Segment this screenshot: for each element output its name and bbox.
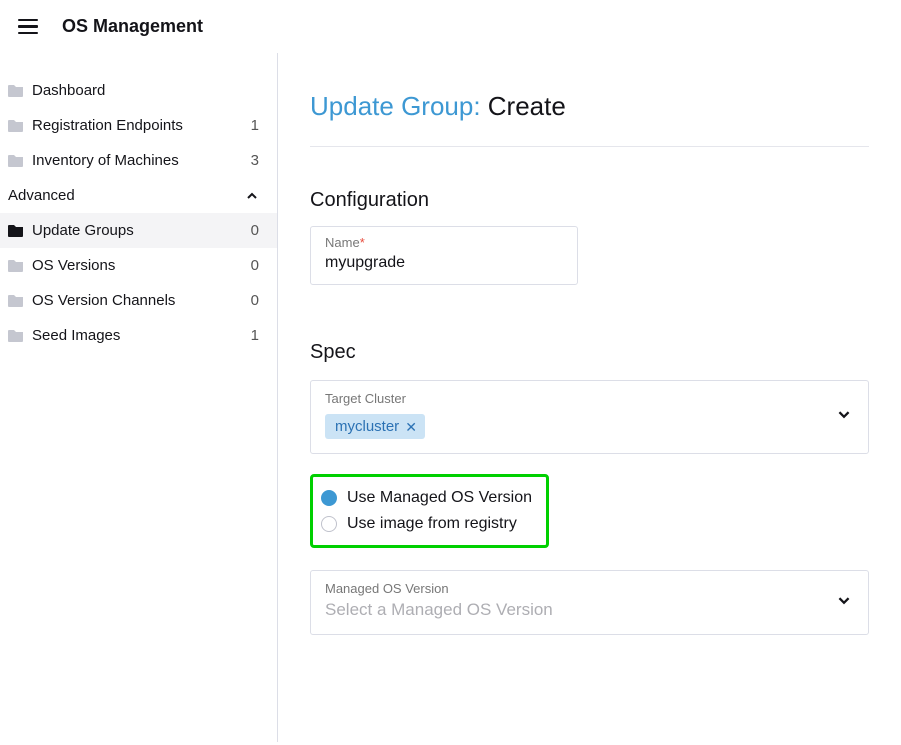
page-title: Update Group: Create <box>310 91 869 147</box>
remove-tag-icon[interactable]: ✕ <box>405 420 417 434</box>
radio-use-image-from-registry[interactable]: Use image from registry <box>321 511 532 537</box>
spec-heading: Spec <box>310 341 869 364</box>
sidebar-item-update-groups[interactable]: Update Groups 0 <box>0 213 277 248</box>
managed-os-version-placeholder: Select a Managed OS Version <box>325 600 854 620</box>
sidebar-item-os-versions[interactable]: OS Versions 0 <box>0 248 277 283</box>
app-title: OS Management <box>62 16 203 37</box>
sidebar-item-label: Update Groups <box>32 222 251 239</box>
target-cluster-label: Target Cluster <box>325 391 854 406</box>
target-cluster-field[interactable]: Target Cluster mycluster ✕ <box>310 380 869 454</box>
folder-icon <box>8 329 24 342</box>
managed-os-version-label: Managed OS Version <box>325 581 854 596</box>
sidebar-item-os-version-channels[interactable]: OS Version Channels 0 <box>0 283 277 318</box>
sidebar-section-advanced[interactable]: Advanced <box>0 178 277 213</box>
sidebar-item-label: Inventory of Machines <box>32 152 251 169</box>
sidebar-item-registration-endpoints[interactable]: Registration Endpoints 1 <box>0 108 277 143</box>
folder-icon <box>8 294 24 307</box>
sidebar-item-seed-images[interactable]: Seed Images 1 <box>0 318 277 353</box>
sidebar-item-inventory-machines[interactable]: Inventory of Machines 3 <box>0 143 277 178</box>
sidebar-item-label: OS Versions <box>32 257 251 274</box>
name-label: Name* <box>325 235 563 250</box>
radio-label: Use image from registry <box>347 515 517 533</box>
sidebar-item-label: OS Version Channels <box>32 292 251 309</box>
chevron-down-icon[interactable] <box>836 592 852 613</box>
chevron-down-icon[interactable] <box>836 407 852 428</box>
sidebar-section-label: Advanced <box>8 187 245 204</box>
sidebar-item-label: Dashboard <box>32 82 259 99</box>
radio-label: Use Managed OS Version <box>347 489 532 507</box>
page-title-prefix: Update Group: <box>310 91 488 121</box>
sidebar-item-count: 1 <box>251 327 259 344</box>
page-title-suffix: Create <box>488 91 566 121</box>
cluster-tag-label: mycluster <box>335 418 399 435</box>
folder-icon <box>8 84 24 97</box>
managed-os-version-select[interactable]: Managed OS Version Select a Managed OS V… <box>310 570 869 635</box>
version-source-radio-group: Use Managed OS Version Use image from re… <box>310 474 549 548</box>
hamburger-menu-icon[interactable] <box>18 19 38 35</box>
folder-icon <box>8 259 24 272</box>
name-field-box[interactable]: Name* <box>310 226 578 285</box>
cluster-tag: mycluster ✕ <box>325 414 425 439</box>
configuration-heading: Configuration <box>310 189 869 212</box>
radio-unselected-icon <box>321 516 337 532</box>
sidebar: Dashboard Registration Endpoints 1 Inven… <box>0 53 278 742</box>
sidebar-item-count: 3 <box>251 152 259 169</box>
folder-icon <box>8 119 24 132</box>
radio-selected-icon <box>321 490 337 506</box>
folder-icon <box>8 224 24 237</box>
sidebar-item-count: 1 <box>251 117 259 134</box>
sidebar-item-label: Registration Endpoints <box>32 117 251 134</box>
sidebar-item-label: Seed Images <box>32 327 251 344</box>
app-header: OS Management <box>0 0 901 53</box>
folder-icon <box>8 154 24 167</box>
sidebar-item-dashboard[interactable]: Dashboard <box>0 73 277 108</box>
sidebar-item-count: 0 <box>251 292 259 309</box>
sidebar-item-count: 0 <box>251 257 259 274</box>
chevron-up-icon <box>245 189 259 203</box>
name-input[interactable] <box>325 254 563 272</box>
main-content: Update Group: Create Configuration Name*… <box>278 53 901 742</box>
radio-use-managed-os-version[interactable]: Use Managed OS Version <box>321 485 532 511</box>
sidebar-item-count: 0 <box>251 222 259 239</box>
